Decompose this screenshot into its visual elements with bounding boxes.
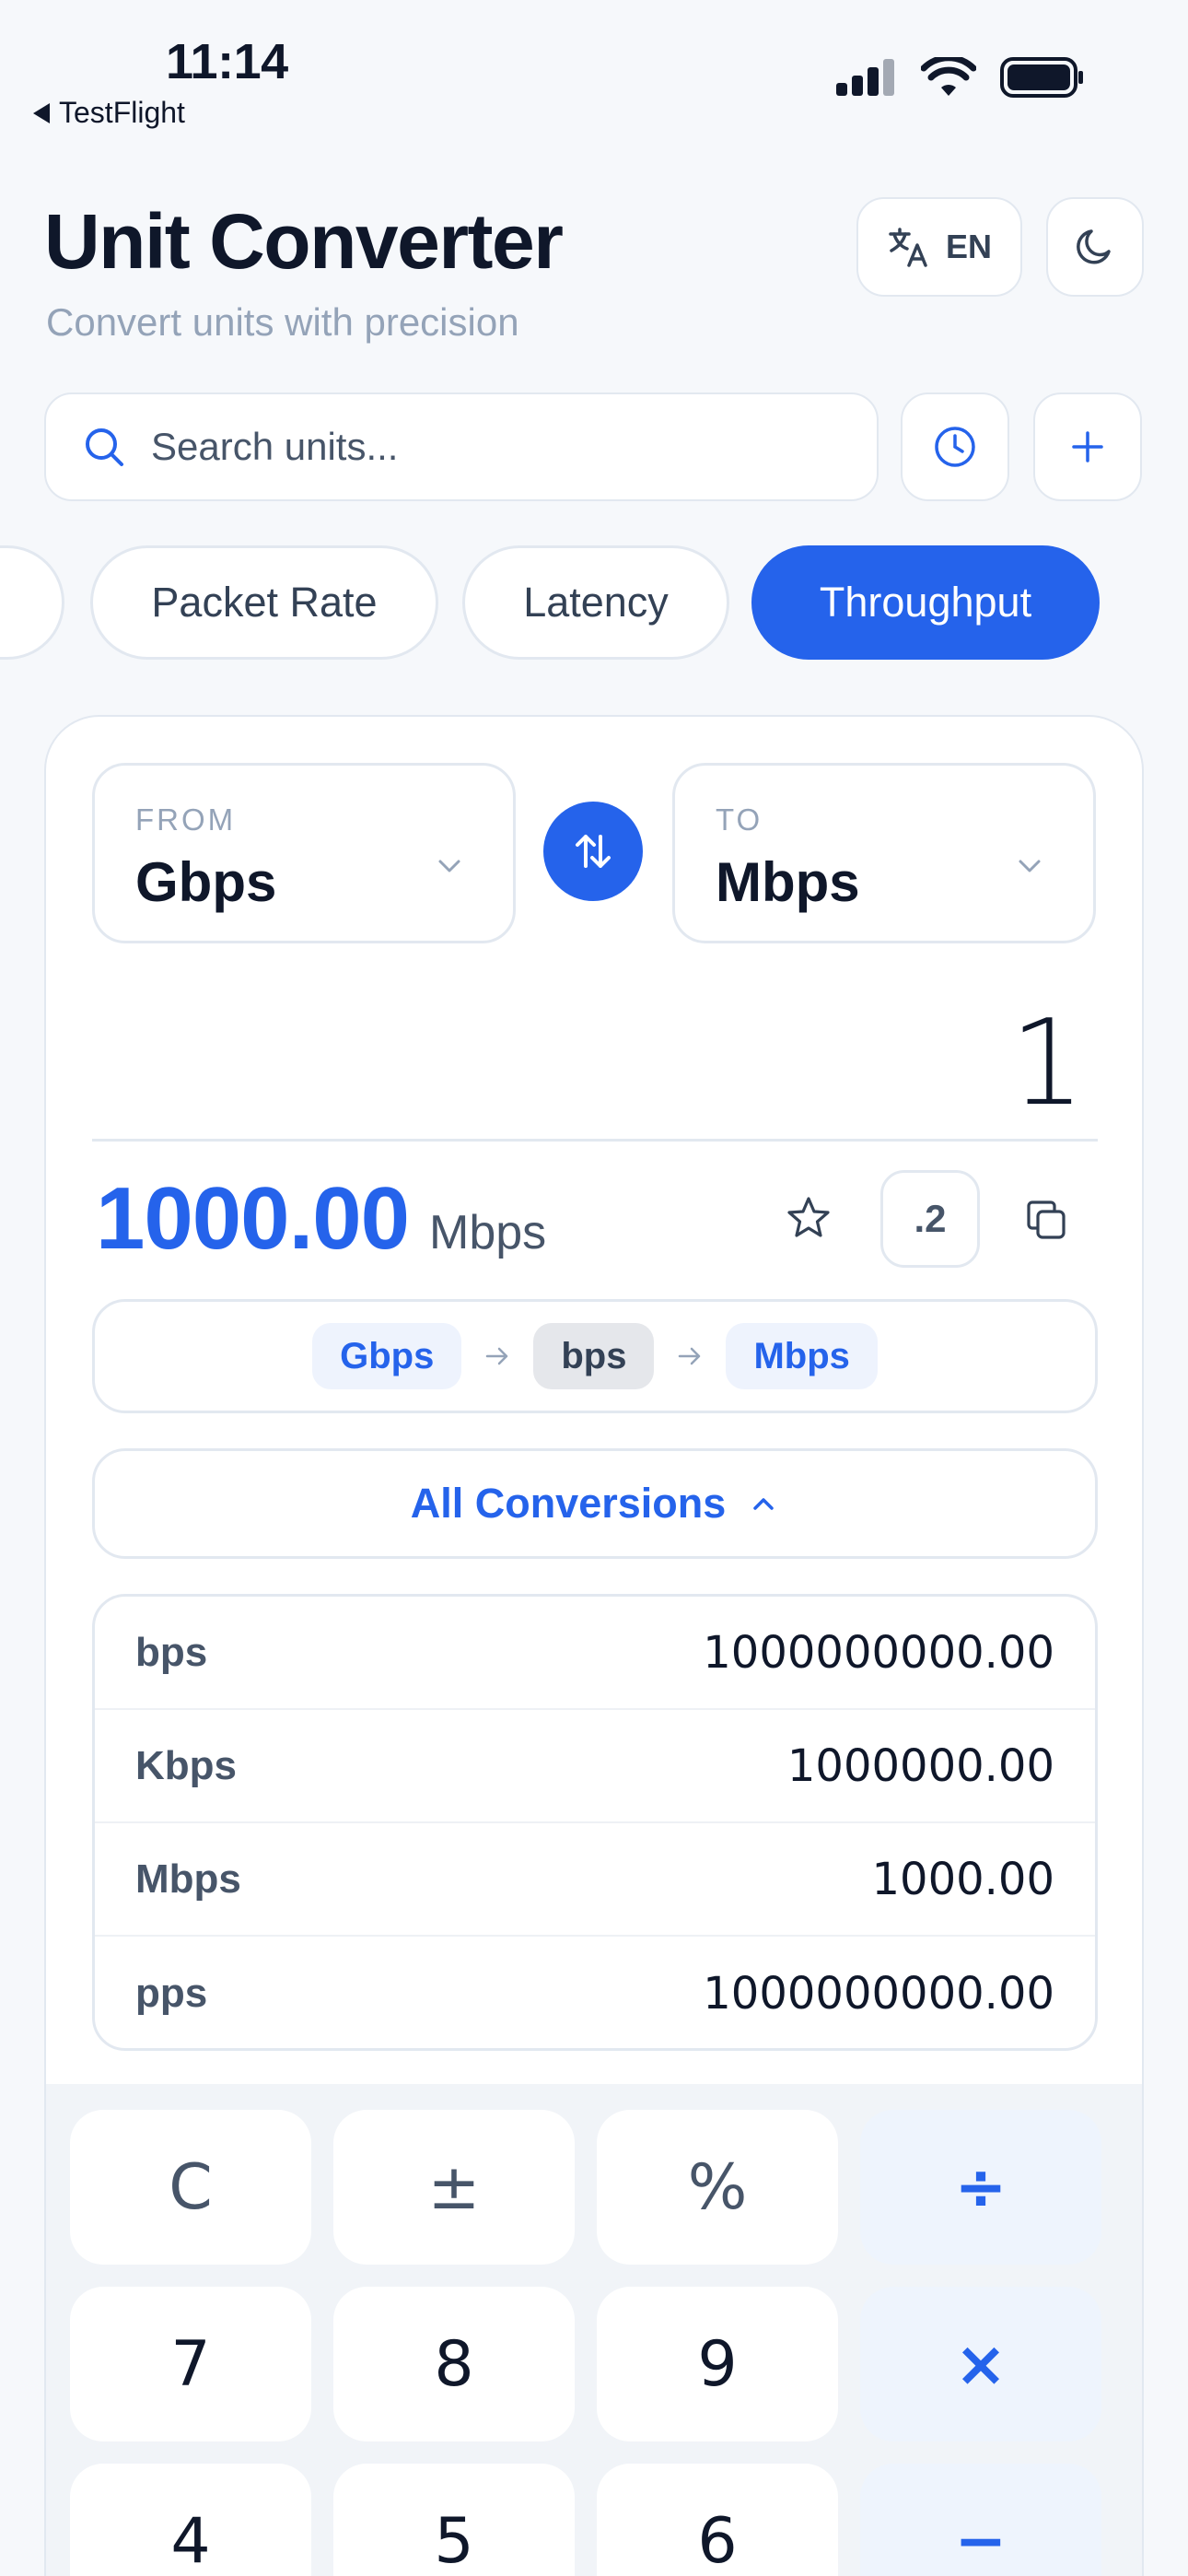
to-unit-select[interactable]: TO Mbps [672,763,1096,943]
path-step-base: bps [533,1323,655,1389]
language-button[interactable]: EN [856,197,1022,297]
input-divider [92,1139,1098,1142]
status-time: 11:14 [166,34,288,89]
conversion-value: 1000000.00 [786,1739,1054,1792]
conversion-value: 1000000000.00 [703,1967,1054,2020]
conversion-path: Gbps bps Mbps [92,1299,1098,1413]
chevron-down-icon [438,860,460,872]
language-label: EN [945,228,992,265]
path-step-to: Mbps [726,1323,878,1389]
key-negate[interactable]: ± [333,2110,575,2265]
category-chip-throughput[interactable]: Throughput [751,545,1100,660]
category-tabs: Packet Rate Latency Throughput [0,545,1188,660]
all-conversions-list: bps 1000000000.00 Kbps 1000000.00 Mbps 1… [92,1594,1098,2051]
key-7[interactable]: 7 [70,2287,311,2441]
category-chip-offscreen[interactable] [0,545,64,660]
moon-icon [1077,229,1111,264]
key-9[interactable]: 9 [597,2287,838,2441]
back-to-testflight[interactable]: TestFlight [33,96,185,130]
conversion-value: 1000000000.00 [703,1626,1054,1679]
theme-toggle-button[interactable] [1046,197,1144,297]
back-arrow-icon [33,102,50,123]
swap-units-button[interactable] [543,802,643,901]
arrow-right-icon [486,1347,508,1365]
key-percent[interactable]: % [597,2110,838,2265]
key-subtract[interactable]: − [860,2464,1101,2576]
status-icons [836,57,1085,98]
page-subtitle: Convert units with precision [46,300,519,344]
search-icon [86,428,123,466]
result-unit: Mbps [429,1206,547,1259]
arrow-right-icon [679,1347,701,1365]
add-button[interactable] [1033,392,1142,501]
input-value[interactable]: 1 [1010,995,1085,1132]
plus-icon [1072,431,1103,463]
key-divide[interactable]: ÷ [860,2110,1101,2265]
search-box[interactable] [44,392,879,501]
conversion-value: 1000.00 [871,1853,1055,1905]
conversion-unit: Mbps [135,1856,241,1902]
wifi-icon [921,57,976,96]
chevron-up-icon [753,1498,775,1510]
keypad: C ± % ÷ 7 8 9 × 4 5 6 − [46,2084,1142,2576]
key-clear[interactable]: C [70,2110,311,2265]
precision-button[interactable]: .2 [880,1170,980,1268]
from-label: FROM [135,802,237,837]
back-app-label: TestFlight [59,96,185,129]
key-multiply[interactable]: × [860,2287,1101,2441]
category-chip-packet-rate[interactable]: Packet Rate [90,545,438,660]
path-step-from: Gbps [312,1323,462,1389]
all-conversions-toggle[interactable]: All Conversions [92,1448,1098,1559]
clock-icon [935,427,975,467]
swap-arrows-icon [576,835,611,868]
search-input[interactable] [151,425,851,469]
conversion-row[interactable]: bps 1000000000.00 [95,1597,1095,1710]
copy-icon[interactable] [1024,1198,1068,1242]
conversion-unit: pps [135,1970,208,2016]
conversion-row[interactable]: pps 1000000000.00 [95,1937,1095,2048]
battery-icon [1000,57,1083,98]
key-6[interactable]: 6 [597,2464,838,2576]
star-icon[interactable] [785,1194,833,1242]
conversion-unit: bps [135,1629,208,1675]
to-label: TO [716,802,763,837]
from-unit-select[interactable]: FROM Gbps [92,763,516,943]
history-button[interactable] [901,392,1009,501]
key-8[interactable]: 8 [333,2287,575,2441]
result-value: 1000.00 [96,1169,410,1268]
key-5[interactable]: 5 [333,2464,575,2576]
chevron-down-icon [1019,860,1041,872]
conversion-unit: Kbps [135,1742,237,1788]
result-display: 1000.00 Mbps [96,1168,546,1270]
translate-icon [889,228,927,267]
signal-icon [836,59,894,96]
conversion-row[interactable]: Kbps 1000000.00 [95,1710,1095,1823]
from-unit-value: Gbps [135,851,277,913]
key-4[interactable]: 4 [70,2464,311,2576]
page-title: Unit Converter [44,198,564,285]
all-conversions-label: All Conversions [410,1480,727,1527]
to-unit-value: Mbps [716,851,860,913]
conversion-row[interactable]: Mbps 1000.00 [95,1823,1095,1937]
category-chip-latency[interactable]: Latency [462,545,729,660]
